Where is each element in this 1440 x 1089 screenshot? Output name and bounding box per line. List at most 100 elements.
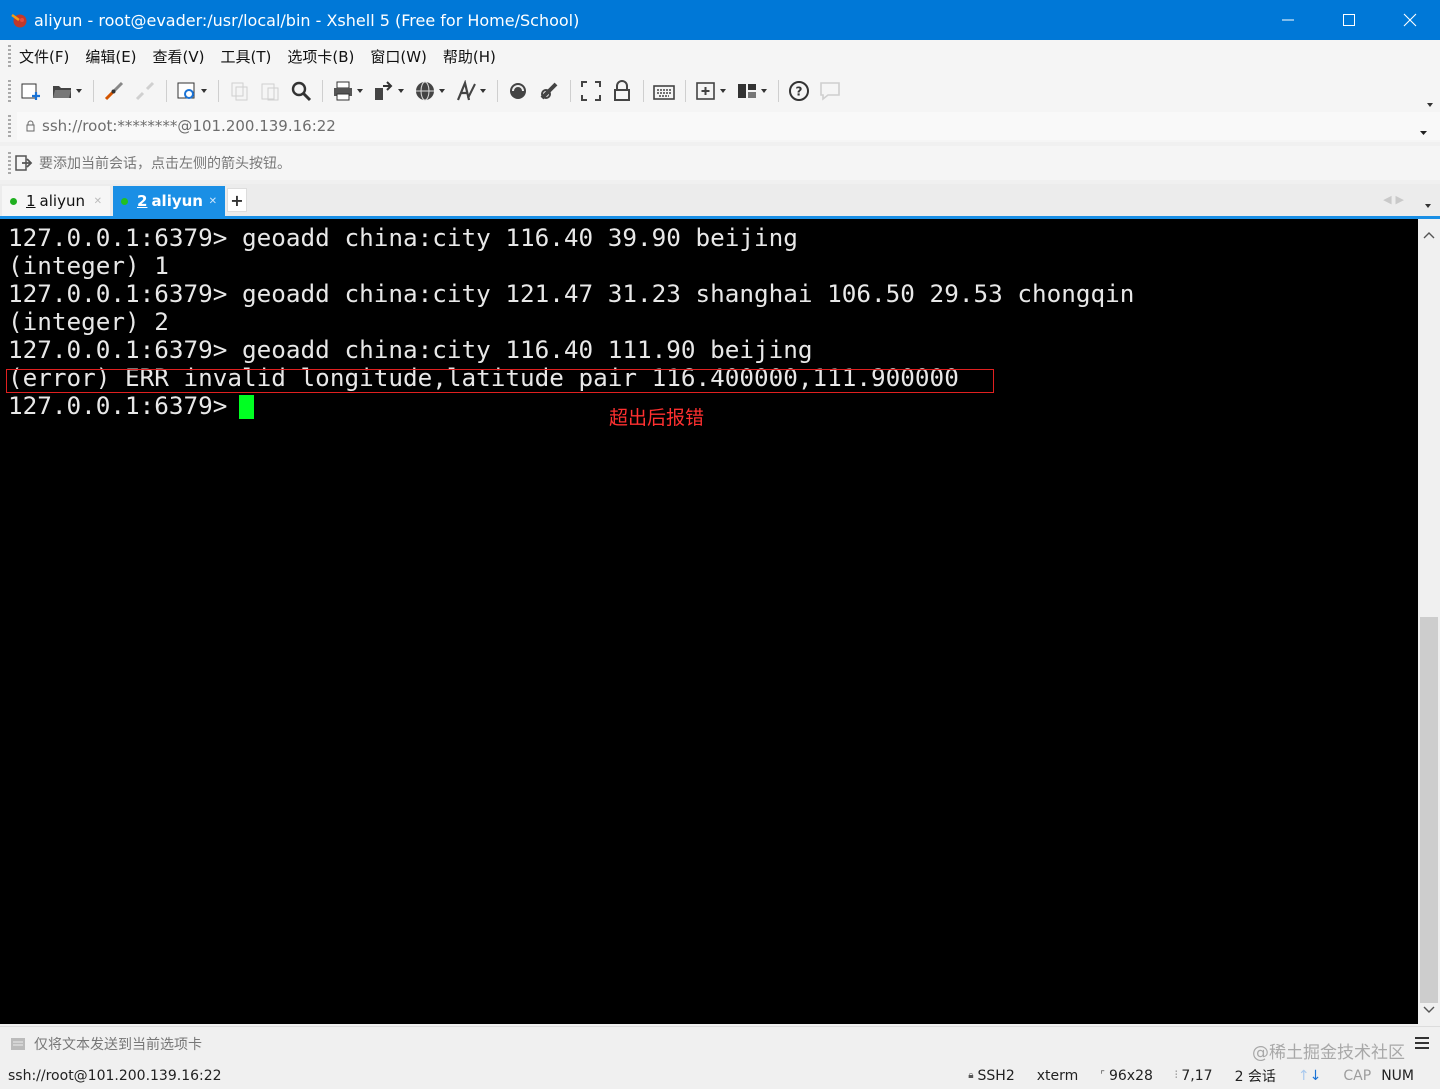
connected-status-icon (121, 197, 128, 205)
chat-icon (820, 82, 840, 101)
find-icon (291, 81, 312, 102)
keyboard-button[interactable] (652, 79, 676, 103)
tab-close-icon[interactable]: ✕ (94, 196, 102, 207)
status-terminal-type: xterm (1036, 1067, 1079, 1084)
menu-view[interactable]: 查看(V) (153, 46, 205, 67)
error-annotation: 超出后报错 (609, 407, 705, 429)
layout-button[interactable] (735, 79, 759, 103)
tab-scroll-arrows-icon[interactable]: ◀▶ (1383, 193, 1408, 206)
tab-close-icon[interactable]: ✕ (209, 196, 217, 207)
address-bar: ssh://root:********@101.200.139.16:22 (0, 110, 1440, 142)
new-tab-button[interactable]: + (227, 188, 247, 212)
status-cap: CAP (1343, 1067, 1372, 1084)
menu-grip (8, 45, 11, 67)
keyboard-icon (653, 85, 675, 100)
globe-icon (416, 81, 434, 101)
menu-edit[interactable]: 编辑(E) (85, 46, 136, 67)
tab-1-aliyun[interactable]: 1 aliyun ✕ (2, 186, 110, 216)
globe-dropdown[interactable] (438, 88, 446, 94)
menu-tabs[interactable]: 选项卡(B) (287, 46, 354, 67)
help-button[interactable]: ? (787, 79, 811, 103)
copy-button[interactable] (227, 79, 251, 103)
new-session-button[interactable] (19, 79, 43, 103)
add-session-arrow-icon[interactable] (15, 154, 33, 172)
maximize-button[interactable] (1318, 0, 1379, 40)
fullscreen-button[interactable] (579, 79, 603, 103)
terminal-screen[interactable]: 127.0.0.1:6379> geoadd china:city 116.40… (0, 219, 1418, 1024)
status-protocol: SSH2 (977, 1067, 1015, 1084)
hamburger-menu-icon[interactable] (1414, 1036, 1430, 1054)
find-button[interactable] (289, 79, 313, 103)
scroll-up-icon[interactable] (1423, 225, 1435, 243)
tunnel-icon (540, 82, 558, 100)
fullscreen-icon (581, 81, 601, 101)
font-dropdown[interactable] (479, 88, 487, 94)
terminal-line: 127.0.0.1:6379> geoadd china:city 116.40… (8, 335, 813, 364)
address-dropdown-icon[interactable] (1419, 122, 1428, 140)
paste-button[interactable] (258, 79, 282, 103)
add-session-button[interactable] (694, 79, 718, 103)
session-hint-bar: 要添加当前会话，点击左侧的箭头按钮。 (0, 146, 1440, 180)
font-button[interactable] (454, 79, 478, 103)
add-session-dropdown[interactable] (719, 88, 727, 94)
help-icon: ? (789, 81, 809, 101)
disconnect-button[interactable] (133, 79, 157, 103)
window-title: aliyun - root@evader:/usr/local/bin - Xs… (34, 10, 580, 30)
scroll-down-icon[interactable] (1423, 1000, 1435, 1018)
plus-icon: + (230, 190, 244, 210)
menu-help[interactable]: 帮助(H) (443, 46, 496, 67)
terminal-line: 127.0.0.1:6379> geoadd china:city 116.40… (8, 223, 798, 252)
print-dropdown[interactable] (356, 88, 364, 94)
status-connection: ssh://root@101.200.139.16:22 (8, 1067, 222, 1084)
scroll-thumb[interactable] (1420, 617, 1438, 1003)
transfer-button[interactable] (372, 79, 396, 103)
transfer-icon (375, 81, 393, 100)
add-session-icon (696, 82, 715, 100)
layout-dropdown[interactable] (760, 88, 768, 94)
maximize-icon (1342, 14, 1355, 26)
menu-tools[interactable]: 工具(T) (221, 46, 272, 67)
terminal-scrollbar[interactable] (1418, 219, 1440, 1024)
xshell-logo-icon (10, 11, 28, 29)
disconnect-icon (135, 81, 155, 101)
lock-icon (614, 80, 630, 101)
open-dropdown[interactable] (75, 88, 83, 94)
address-field[interactable]: ssh://root:********@101.200.139.16:22 (17, 112, 1440, 140)
terminal-line: 127.0.0.1:6379> geoadd china:city 121.47… (8, 279, 1135, 308)
xftp-button[interactable] (506, 79, 530, 103)
hint-text: 要添加当前会话，点击左侧的箭头按钮。 (39, 156, 291, 172)
properties-dropdown[interactable] (200, 88, 208, 94)
compose-icon[interactable] (10, 1037, 26, 1051)
open-button[interactable] (50, 79, 74, 103)
new-session-icon (21, 83, 40, 100)
lock-button[interactable] (610, 79, 634, 103)
menu-file[interactable]: 文件(F) (19, 46, 69, 67)
terminal-line: (integer) 2 (8, 307, 169, 336)
address-text: ssh://root:********@101.200.139.16:22 (42, 117, 336, 135)
compose-bar[interactable]: 仅将文本发送到当前选项卡 (0, 1026, 1440, 1061)
menu-bar: 文件(F) 编辑(E) 查看(V) 工具(T) 选项卡(B) 窗口(W) 帮助(… (0, 40, 1440, 72)
close-button[interactable] (1379, 0, 1440, 40)
error-highlight-box (6, 369, 994, 393)
tab-2-aliyun[interactable]: 2 aliyun ✕ (113, 186, 225, 216)
minimize-button[interactable] (1257, 0, 1318, 40)
globe-button[interactable] (413, 79, 437, 103)
transfer-dropdown[interactable] (397, 88, 405, 94)
terminal-line: (integer) 1 (8, 251, 169, 280)
tab-bar: 1 aliyun ✕ 2 aliyun ✕ + ◀▶ (0, 184, 1440, 219)
status-num: NUM (1381, 1067, 1414, 1084)
xftp-icon (510, 83, 526, 99)
print-button[interactable] (331, 79, 355, 103)
tunnel-button[interactable] (537, 79, 561, 103)
status-bar: ssh://root@101.200.139.16:22 🔒︎ SSH2 xter… (0, 1062, 1440, 1089)
tab-list-dropdown-icon[interactable] (1424, 195, 1432, 213)
cursor-position-icon: ⫶ (1174, 1070, 1178, 1081)
reconnect-button[interactable] (102, 79, 126, 103)
properties-icon (177, 82, 195, 99)
minimize-icon (1281, 19, 1294, 21)
lock-small-icon (25, 120, 36, 132)
menu-window[interactable]: 窗口(W) (370, 46, 427, 67)
chat-button[interactable] (818, 79, 842, 103)
properties-button[interactable] (175, 79, 199, 103)
watermark: @稀土掘金技术社区 (1252, 1043, 1405, 1063)
